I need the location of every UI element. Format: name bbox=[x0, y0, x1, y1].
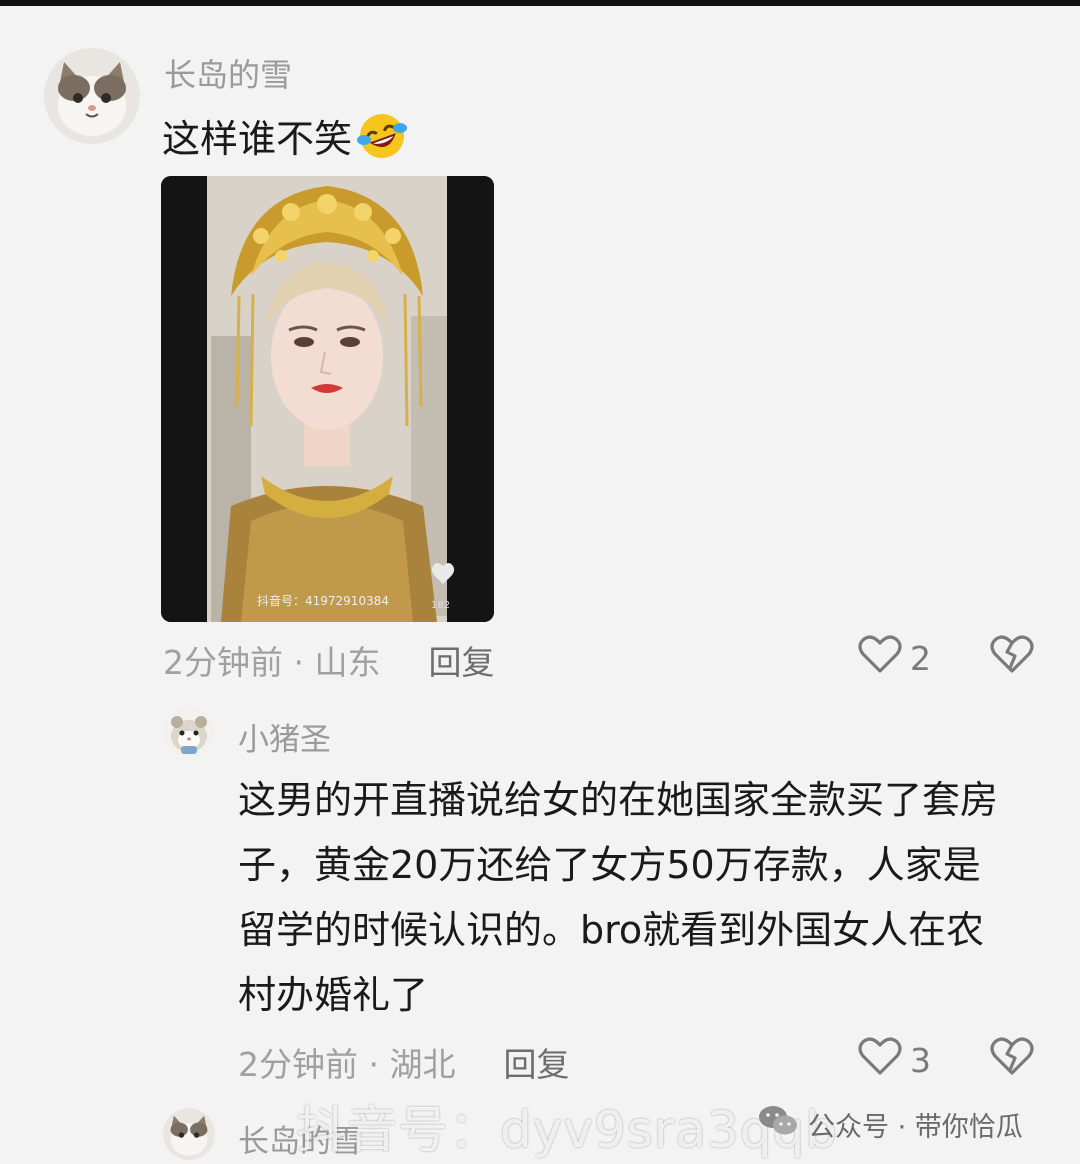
heart-icon bbox=[858, 634, 902, 682]
comment-text: 这样谁不笑 bbox=[162, 108, 408, 163]
dislike-button[interactable] bbox=[990, 1036, 1034, 1080]
comment-line: 子，黄金20万还给了女方50万存款，人家是 bbox=[238, 843, 981, 887]
reply-button[interactable]: 回复 bbox=[503, 1038, 569, 1086]
wechat-watermark: 公众号 · 带你恰瓜 bbox=[758, 1104, 1023, 1145]
comment-meta: 2分钟前 · 山东 回复 bbox=[163, 636, 494, 684]
heart-icon bbox=[858, 1036, 902, 1084]
top-bar bbox=[0, 0, 1080, 6]
wechat-icon bbox=[758, 1104, 798, 1145]
comment-username[interactable]: 长岛的雪 bbox=[164, 50, 292, 96]
dislike-button[interactable] bbox=[990, 634, 1034, 678]
comment-line: 村办婚礼了 bbox=[238, 973, 429, 1017]
comment-time-location: 2分钟前 · 山东 bbox=[163, 643, 381, 682]
wechat-account-label: 公众号 · 带你恰瓜 bbox=[808, 1112, 1023, 1143]
comment-text: 这男的开直播说给女的在她国家全款买了套房 子，黄金20万还给了女方50万存款，人… bbox=[238, 768, 1038, 1028]
avatar-hamster[interactable] bbox=[163, 706, 215, 758]
avatar-cat[interactable] bbox=[44, 48, 140, 144]
like-button[interactable]: 2 bbox=[858, 634, 931, 682]
like-button[interactable]: 3 bbox=[858, 1036, 931, 1084]
douyin-watermark: 抖音号：dyv9sra3qqb bbox=[296, 1101, 839, 1159]
broken-heart-icon bbox=[990, 1037, 1034, 1080]
video-platform-label: 抖音号：41972910384 bbox=[257, 594, 389, 608]
reply-button[interactable]: 回复 bbox=[428, 636, 494, 684]
like-count: 3 bbox=[910, 1040, 931, 1080]
laughing-tears-emoji-icon bbox=[356, 110, 408, 162]
comment-line: 这男的开直播说给女的在她国家全款买了套房 bbox=[238, 778, 999, 822]
comment-time-location: 2分钟前 · 湖北 bbox=[238, 1045, 456, 1084]
comment-line: 留学的时候认识的。bro就看到外国女人在农 bbox=[238, 908, 985, 952]
video-like-count: 182 bbox=[431, 600, 451, 611]
comment-username[interactable]: 小猪圣 bbox=[238, 714, 331, 759]
comment-text-content: 这样谁不笑 bbox=[162, 117, 353, 161]
comment-meta: 2分钟前 · 湖北 回复 bbox=[238, 1038, 569, 1086]
video-thumbnail[interactable]: 抖音号：41972910384 182 bbox=[161, 176, 494, 622]
like-count: 2 bbox=[910, 638, 931, 678]
avatar-cat[interactable] bbox=[163, 1108, 215, 1160]
broken-heart-icon bbox=[990, 635, 1034, 678]
